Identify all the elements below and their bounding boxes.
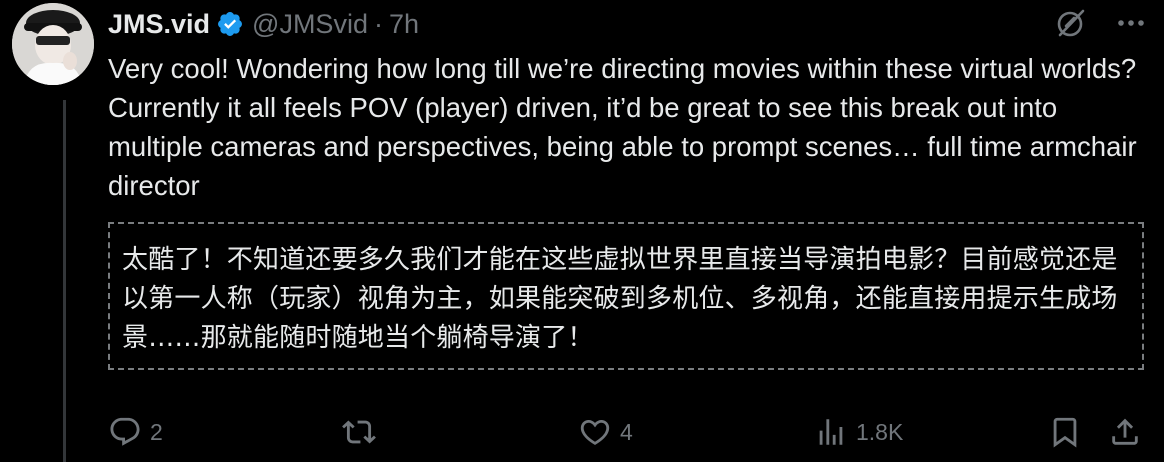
- translation-box: 太酷了！不知道还要多久我们才能在这些虚拟世界里直接当导演拍电影？目前感觉还是以第…: [108, 222, 1144, 370]
- grok-icon[interactable]: [1054, 6, 1088, 40]
- heart-icon: [580, 419, 610, 445]
- tweet-header: JMS.vid @JMSvid · 7h: [108, 4, 419, 44]
- tweet-text: Very cool! Wondering how long till we’re…: [108, 53, 1137, 201]
- share-icon: [1112, 418, 1138, 445]
- avatar-image: [12, 3, 94, 85]
- reply-icon: [110, 417, 140, 446]
- verified-badge-icon: [216, 10, 244, 38]
- thread-line: [63, 100, 66, 462]
- display-name[interactable]: JMS.vid: [108, 9, 210, 40]
- bookmark-button[interactable]: [1048, 410, 1082, 454]
- views-icon: [819, 419, 843, 445]
- separator-dot: ·: [373, 8, 383, 39]
- repost-button[interactable]: [342, 410, 384, 454]
- reply-button[interactable]: 2: [108, 410, 163, 454]
- avatar[interactable]: [12, 3, 94, 85]
- timestamp[interactable]: 7h: [389, 9, 419, 40]
- share-button[interactable]: [1108, 410, 1142, 454]
- views-button[interactable]: 1.8K: [814, 410, 903, 454]
- handle[interactable]: @JMSvid: [252, 9, 368, 40]
- bookmark-icon: [1053, 417, 1077, 448]
- view-count: 1.8K: [856, 418, 904, 445]
- like-button[interactable]: 4: [578, 410, 633, 454]
- like-count: 4: [620, 418, 633, 445]
- action-bar: 2 4 1.8K: [108, 410, 1148, 454]
- reply-count: 2: [150, 418, 163, 445]
- more-icon[interactable]: [1114, 6, 1148, 40]
- repost-icon: [342, 420, 376, 444]
- translation-text: 太酷了！不知道还要多久我们才能在这些虚拟世界里直接当导演拍电影？目前感觉还是以第…: [122, 245, 1118, 353]
